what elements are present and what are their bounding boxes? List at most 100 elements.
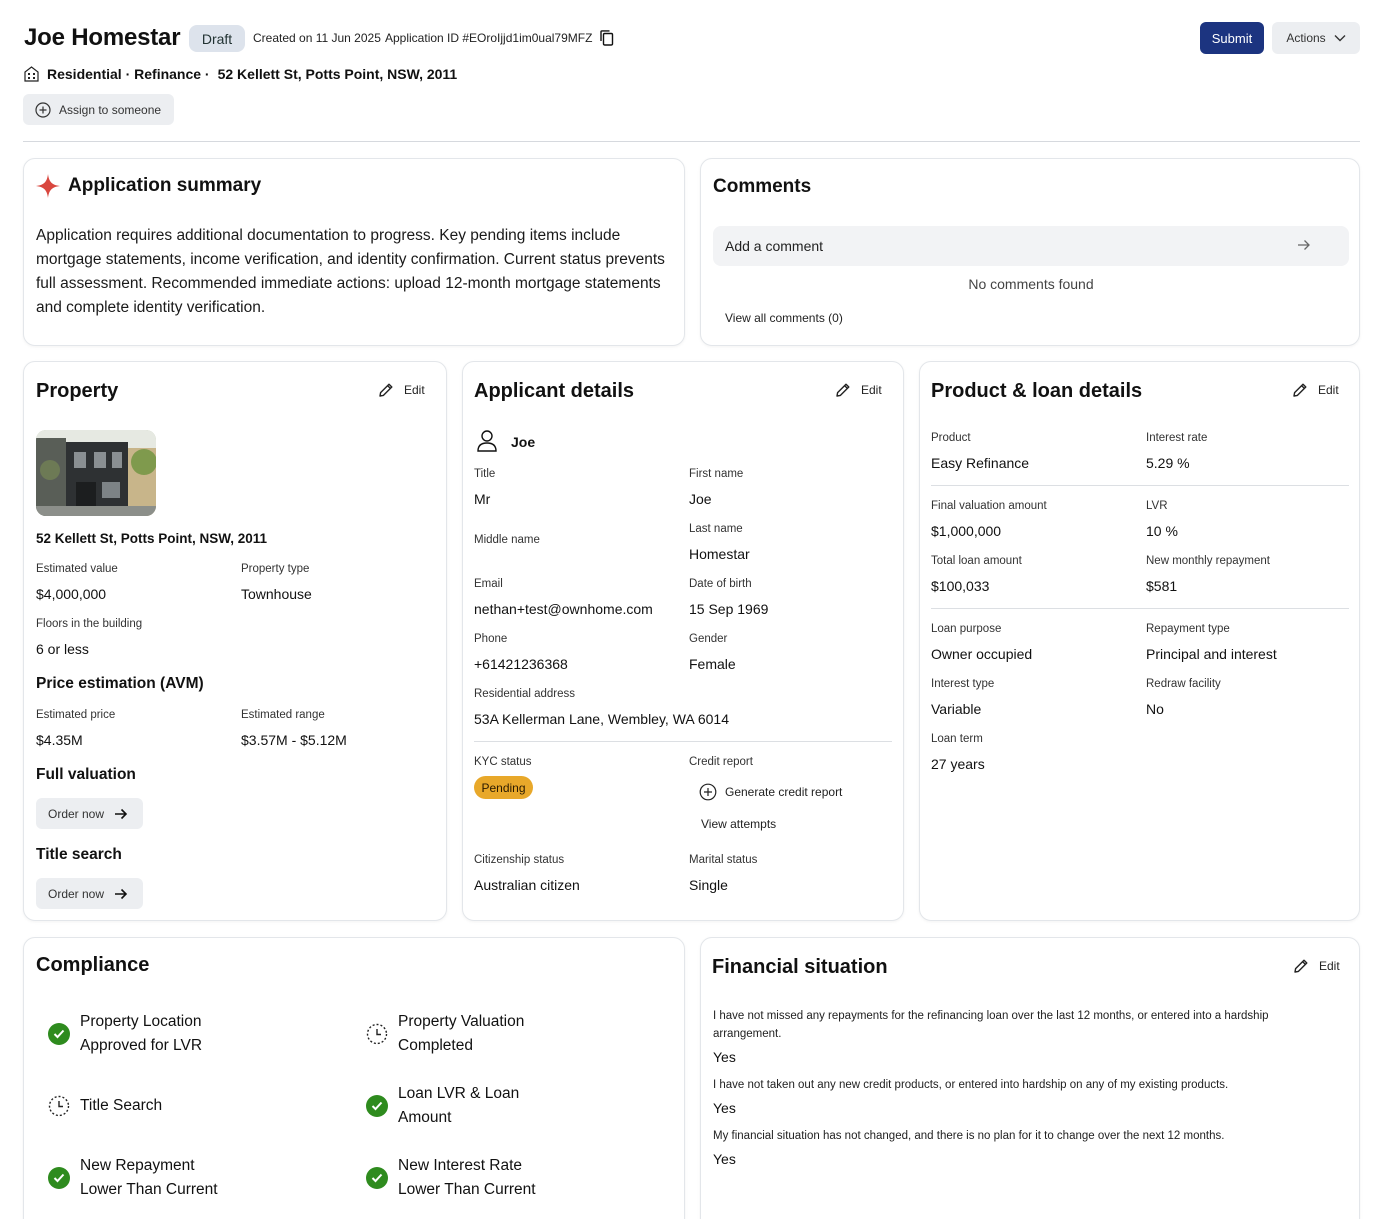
actions-label: Actions [1286,31,1326,45]
edit-label: Edit [861,383,882,397]
dob-value: 15 Sep 1969 [689,601,769,617]
product-value: Easy Refinance [931,455,1030,471]
title-search-title: Title search [36,846,122,863]
page-header: Joe Homestar Draft Created on 11 Jun 202… [0,0,1384,142]
kyc-label: KYC status [474,756,532,768]
compliance-item-line1: New Interest Rate [398,1157,523,1174]
property-subline: Residential · Refinance · 52 Kellett St,… [24,66,457,82]
property-title: Property [36,380,119,402]
order-label: Order now [48,806,105,821]
copy-icon[interactable] [600,30,614,46]
compliance-item-line1: Title Search [80,1097,163,1114]
applicant-title: Applicant details [474,380,635,402]
actions-dropdown[interactable]: Actions [1272,22,1360,54]
financial-answer: Yes [713,1100,736,1116]
compliance-item-line2: Lower Than Current [398,1181,536,1198]
gender-label: Gender [689,633,728,645]
valuation-label: Final valuation amount [931,500,1047,512]
monthly-repayment-value: $581 [1146,578,1178,594]
compliance-item-line2: Lower Than Current [80,1181,218,1198]
submit-button[interactable]: Submit [1200,22,1264,54]
no-comments-text: No comments found [968,276,1094,292]
phone-label: Phone [474,633,508,645]
arrow-right-icon [115,888,128,899]
loan-card: Product & loan details Edit Product Easy… [919,361,1360,921]
repayment-type-value: Principal and interest [1146,646,1277,662]
assign-button[interactable]: Assign to someone [23,94,174,125]
view-all-comments-link[interactable]: View all comments (0) [725,311,843,325]
total-loan-value: $100,033 [931,578,990,594]
section-divider [931,485,1349,486]
summary-text: Application requires additional document… [36,227,665,316]
lvr-label: LVR [1146,500,1168,512]
redraw-label: Redraw facility [1146,678,1221,690]
citizenship-label: Citizenship status [474,854,565,866]
loan-title: Product & loan details [931,380,1143,402]
user-icon [477,430,497,452]
generate-credit-report-button[interactable]: Generate credit report [699,783,842,801]
financial-edit-button[interactable]: Edit [1293,958,1340,974]
marital-value: Single [689,877,728,893]
building-icon [24,66,39,82]
arrow-right-icon [115,808,128,819]
loan-purpose-label: Loan purpose [931,623,1002,635]
compliance-item: Loan LVR & Loan Amount [366,1082,519,1130]
comment-input[interactable]: Add a comment [713,226,1349,266]
compliance-item-line1: Loan LVR & Loan [398,1085,520,1102]
comments-card: Comments Add a comment No comments found… [700,158,1360,346]
kyc-status-badge: Pending [474,776,533,799]
compliance-item-line2: Completed [398,1037,473,1054]
applicant-edit-button[interactable]: Edit [835,382,882,398]
title-label: Title [474,468,496,480]
pencil-icon [836,383,850,397]
compliance-item-line1: Property Location [80,1013,202,1030]
comments-title: Comments [713,176,812,197]
property-address: 52 Kellett St, Potts Point, NSW, 2011 [36,531,268,546]
estimated-range: $3.57M - $5.12M [241,732,347,748]
assign-label: Assign to someone [59,102,162,117]
estimated-value-label: Estimated value [36,563,118,575]
estimated-value: $4,000,000 [36,586,107,602]
order-title-search-button[interactable]: Order now [36,878,143,909]
plus-circle-icon [699,783,717,801]
interest-rate-label: Interest rate [1146,432,1208,444]
loan-term-value: 27 years [931,756,985,772]
title-value: Mr [474,491,491,507]
generate-credit-label: Generate credit report [725,785,843,799]
loan-term-label: Loan term [931,733,983,745]
compliance-item: Property Valuation Completed [366,1010,524,1058]
summary-title: Application summary [68,175,262,196]
dob-label: Date of birth [689,578,752,590]
property-edit-button[interactable]: Edit [378,382,425,398]
floors-label: Floors in the building [36,618,143,630]
compliance-item-line1: Property Valuation [398,1013,525,1030]
send-arrow-icon[interactable] [1297,238,1311,252]
loan-purpose-value: Owner occupied [931,646,1033,662]
property-photo [36,430,156,516]
valuation-value: $1,000,000 [931,523,1002,539]
clock-pending-icon [366,1023,388,1045]
gender-value: Female [689,656,736,672]
last-name-value: Homestar [689,546,750,562]
pencil-icon [1293,383,1307,397]
check-icon [366,1167,388,1189]
order-valuation-button[interactable]: Order now [36,798,143,829]
financial-title: Financial situation [712,956,888,978]
credit-report-label: Credit report [689,756,753,768]
summary-card: Application summary Application requires… [23,158,685,346]
property-type: Townhouse [241,586,312,602]
compliance-item-line2: Amount [398,1109,452,1126]
estimated-price-label: Estimated price [36,709,116,721]
chevron-down-icon [1334,35,1346,42]
view-attempts-link[interactable]: View attempts [701,817,776,831]
compliance-item-line1: New Repayment [80,1157,195,1174]
email-label: Email [474,578,503,590]
interest-rate-value: 5.29 % [1146,455,1190,471]
check-icon [366,1095,388,1117]
compliance-card: Compliance Property Location Approved for… [23,937,685,1219]
financial-question: I have not taken out any new credit prod… [713,1079,1229,1091]
loan-edit-button[interactable]: Edit [1292,382,1339,398]
lvr-value: 10 % [1146,523,1178,539]
comment-placeholder: Add a comment [725,238,824,254]
edit-label: Edit [404,383,425,397]
